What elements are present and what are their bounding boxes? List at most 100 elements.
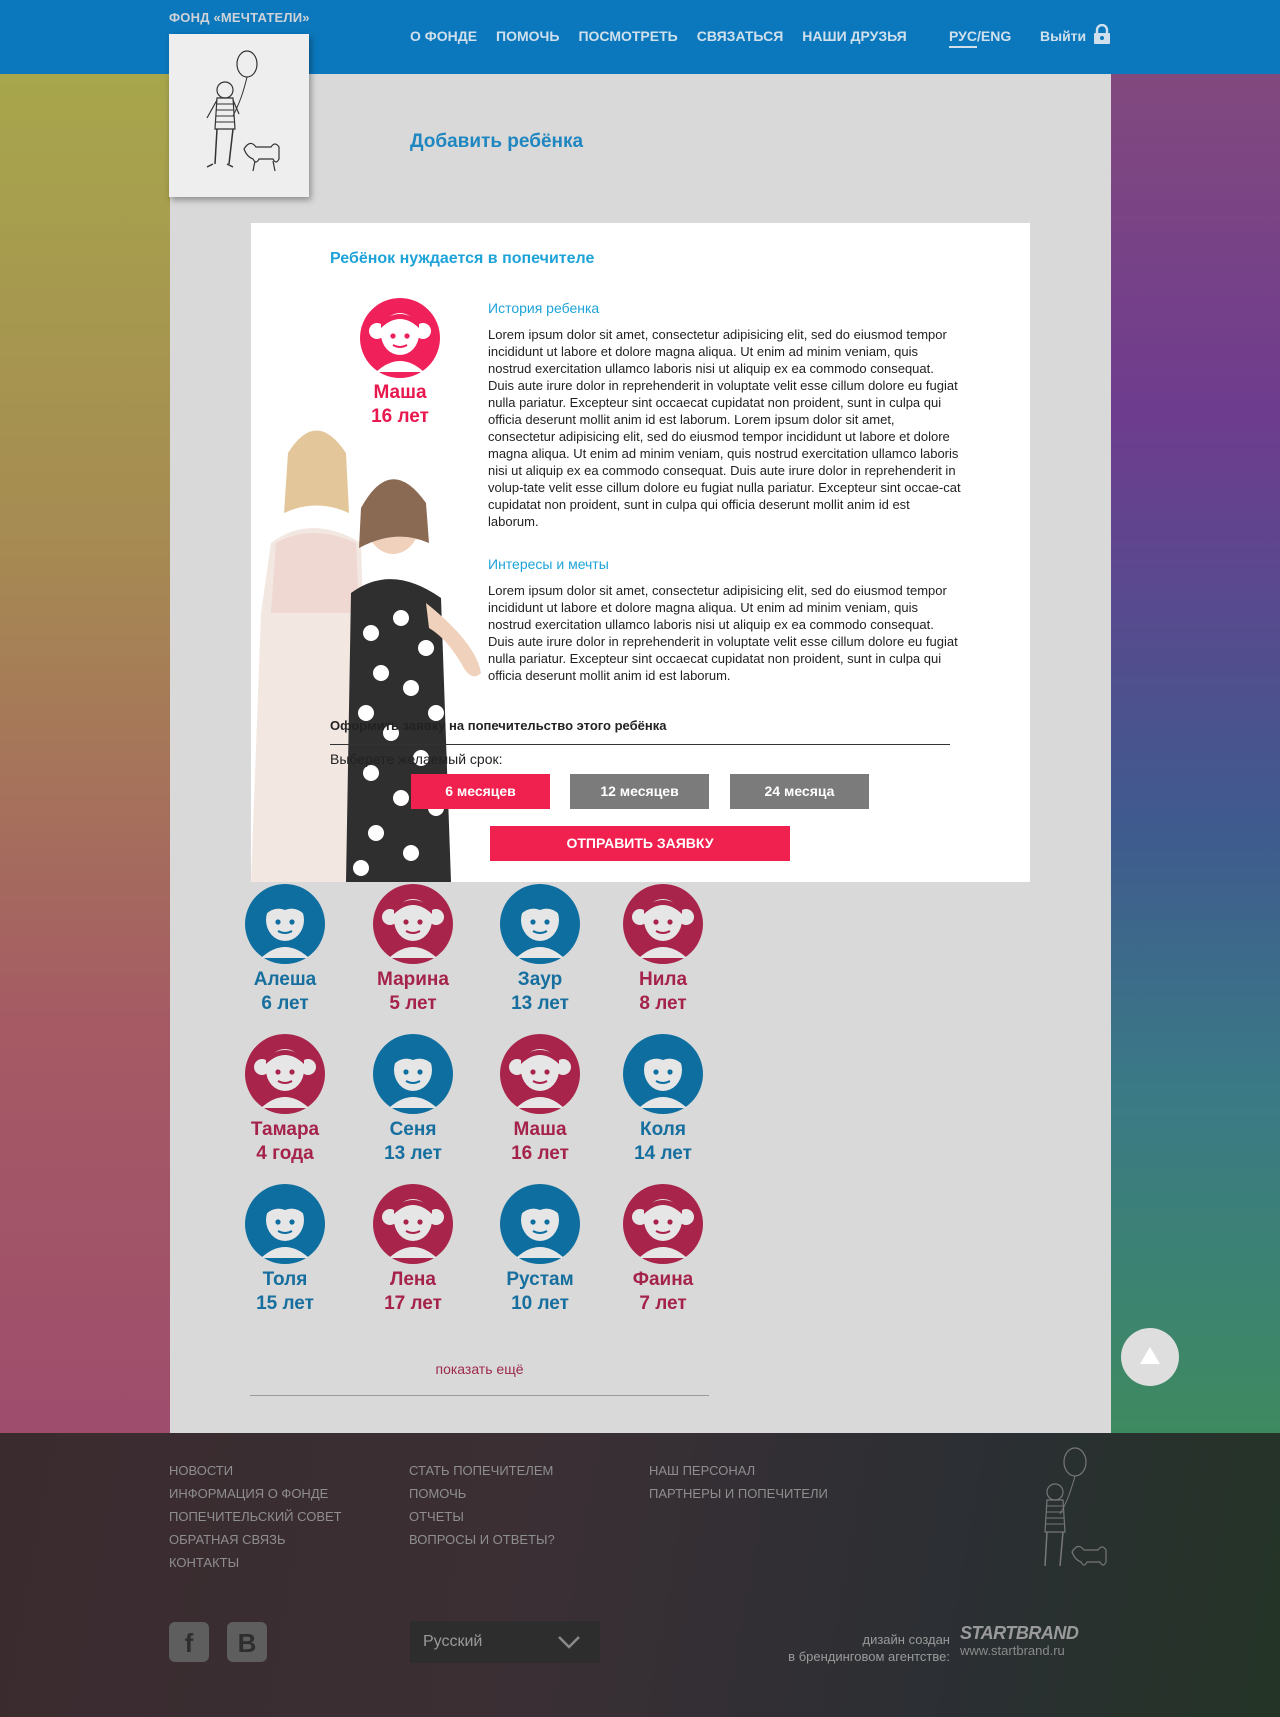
- footer-link-reports[interactable]: ОТЧЕТЫ: [409, 1505, 555, 1528]
- kid-age: 8 лет: [639, 993, 687, 1014]
- kid-card[interactable]: Фаина 7 лет: [603, 1184, 723, 1316]
- kid-age: 13 лет: [384, 1143, 442, 1164]
- balloon-boy-logo[interactable]: [169, 34, 309, 197]
- kid-card[interactable]: Тамара 4 года: [225, 1034, 345, 1166]
- brand-name[interactable]: ФОНД «МЕЧТАТЕЛИ»: [169, 10, 310, 25]
- balloon-boy-drawing: [206, 50, 280, 172]
- credit-line-1: дизайн создан: [862, 1632, 951, 1647]
- footer-link-fund-info[interactable]: ИНФОРМАЦИЯ О ФОНДЕ: [169, 1482, 342, 1505]
- scroll-top-button[interactable]: [1121, 1328, 1179, 1386]
- kid-name: Маша: [513, 1119, 567, 1140]
- logout-link[interactable]: Выйти: [1040, 28, 1086, 44]
- lock-icon[interactable]: [1093, 24, 1111, 44]
- kid-age: 10 лет: [511, 1293, 569, 1314]
- footer-link-become-guardian[interactable]: СТАТЬ ПОПЕЧИТЕЛЕМ: [409, 1459, 555, 1482]
- kid-age: 5 лет: [389, 993, 437, 1014]
- term-12-months-button[interactable]: 12 месяцев: [570, 774, 709, 809]
- footer-balloon-boy-logo: [1044, 1447, 1107, 1567]
- kid-name: Толя: [262, 1269, 308, 1290]
- footer-col-1: НОВОСТИ ИНФОРМАЦИЯ О ФОНДЕ ПОПЕЧИТЕЛЬСКИ…: [169, 1459, 342, 1574]
- kid-name: Алеша: [253, 969, 317, 990]
- girl-avatar-icon: [360, 298, 440, 378]
- kid-name: Тамара: [250, 1119, 320, 1140]
- boy-avatar-icon: [623, 1034, 703, 1114]
- modal-child-age: 16 лет: [371, 406, 429, 427]
- submit-application-button[interactable]: ОТПРАВИТЬ ЗАЯВКУ: [490, 826, 790, 861]
- background-left-panel: [0, 74, 170, 1434]
- language-select[interactable]: Русский: [410, 1621, 600, 1663]
- nav-item-help[interactable]: ПОМОЧЬ: [496, 28, 559, 44]
- language-switcher: РУС/ENG: [949, 28, 1011, 48]
- agency-logo[interactable]: STARTBRAND: [960, 1624, 1079, 1642]
- girl-avatar-icon: [373, 1184, 453, 1264]
- arrow-up-icon: [1140, 1347, 1160, 1364]
- history-text: Lorem ipsum dolor sit amet, consectetur …: [488, 327, 961, 529]
- kid-card[interactable]: Заур 13 лет: [480, 884, 600, 1016]
- girl-avatar-icon: [373, 884, 453, 964]
- footer-link-partners[interactable]: ПАРТНЕРЫ И ПОПЕЧИТЕЛИ: [649, 1482, 828, 1505]
- nav-item-friends[interactable]: НАШИ ДРУЗЬЯ: [802, 28, 906, 44]
- nav-item-view[interactable]: ПОСМОТРЕТЬ: [578, 28, 677, 44]
- girl-face-icon: [369, 313, 431, 372]
- girl-avatar-icon: [500, 1034, 580, 1114]
- lang-ru[interactable]: РУС: [949, 28, 977, 48]
- nav-item-about[interactable]: О ФОНДЕ: [410, 28, 477, 44]
- apply-title: Оформить заявку на попечительство этого …: [330, 718, 667, 733]
- dreams-text: Lorem ipsum dolor sit amet, consectetur …: [488, 583, 958, 683]
- lang-en[interactable]: ENG: [981, 28, 1011, 44]
- boy-avatar-icon: [245, 884, 325, 964]
- kid-card[interactable]: Алеша 6 лет: [225, 884, 345, 1016]
- kid-card[interactable]: Маша 16 лет: [480, 1034, 600, 1166]
- kid-age: 7 лет: [639, 1293, 687, 1314]
- kid-age: 15 лет: [256, 1293, 314, 1314]
- kid-name: Марина: [377, 969, 449, 990]
- term-6-months-button[interactable]: 6 месяцев: [411, 774, 550, 809]
- footer-link-board[interactable]: ПОПЕЧИТЕЛЬСКИЙ СОВЕТ: [169, 1505, 342, 1528]
- boy-avatar-icon: [500, 884, 580, 964]
- agency-site[interactable]: www.startbrand.ru: [960, 1642, 1078, 1659]
- kid-card[interactable]: Марина 5 лет: [353, 884, 473, 1016]
- background-right-panel: [1111, 74, 1280, 1434]
- history-title: История ребенка: [488, 300, 600, 316]
- agency-credit[interactable]: STARTBRAND www.startbrand.ru: [960, 1624, 1079, 1659]
- kid-card[interactable]: Рустам 10 лет: [480, 1184, 600, 1316]
- show-more-button[interactable]: показать ещё: [250, 1345, 709, 1396]
- footer-link-staff[interactable]: НАШ ПЕРСОНАЛ: [649, 1459, 828, 1482]
- girl-avatar-icon: [623, 1184, 703, 1264]
- kid-age: 17 лет: [384, 1293, 442, 1314]
- chevron-down-icon: [558, 1636, 580, 1649]
- footer-link-help[interactable]: ПОМОЧЬ: [409, 1482, 555, 1505]
- footer-link-faq[interactable]: ВОПРОСЫ И ОТВЕТЫ?: [409, 1528, 555, 1551]
- kid-name: Коля: [640, 1119, 686, 1140]
- kid-age: 16 лет: [511, 1143, 569, 1164]
- kid-card[interactable]: Коля 14 лет: [603, 1034, 723, 1166]
- main-nav: О ФОНДЕ ПОМОЧЬ ПОСМОТРЕТЬ СВЯЗАТЬСЯ НАШИ…: [410, 28, 907, 44]
- kid-age: 14 лет: [634, 1143, 692, 1164]
- children-photo: [251, 413, 496, 882]
- language-select-value: Русский: [423, 1633, 483, 1650]
- credit-line-2: в брендинговом агентстве:: [788, 1649, 950, 1664]
- boy-avatar-icon: [245, 1184, 325, 1264]
- kid-name: Лена: [390, 1269, 436, 1290]
- modal-child-name: Маша 16 лет: [330, 381, 470, 429]
- footer-link-contacts[interactable]: КОНТАКТЫ: [169, 1551, 342, 1574]
- facebook-icon[interactable]: f: [169, 1622, 209, 1662]
- boy-avatar-icon: [500, 1184, 580, 1264]
- choose-term-label: Выберете желаемый срок:: [330, 751, 503, 767]
- kid-card[interactable]: Толя 15 лет: [225, 1184, 345, 1316]
- vk-icon[interactable]: B: [227, 1622, 267, 1662]
- apply-divider: [330, 744, 950, 745]
- modal-child-first-name: Маша: [373, 382, 427, 403]
- kid-card[interactable]: Лена 17 лет: [353, 1184, 473, 1316]
- kid-card[interactable]: Сеня 13 лет: [353, 1034, 473, 1166]
- kid-age: 13 лет: [511, 993, 569, 1014]
- kid-card[interactable]: Нила 8 лет: [603, 884, 723, 1016]
- footer-link-news[interactable]: НОВОСТИ: [169, 1459, 342, 1482]
- footer-link-feedback[interactable]: ОБРАТНАЯ СВЯЗЬ: [169, 1528, 342, 1551]
- term-24-months-button[interactable]: 24 месяца: [730, 774, 869, 809]
- boy-avatar-icon: [373, 1034, 453, 1114]
- footer-col-2: СТАТЬ ПОПЕЧИТЕЛЕМ ПОМОЧЬ ОТЧЕТЫ ВОПРОСЫ …: [409, 1459, 555, 1551]
- page-title: Добавить ребёнка: [410, 131, 584, 152]
- nav-item-contact[interactable]: СВЯЗАТЬСЯ: [697, 28, 784, 44]
- child-modal: Ребёнок нуждается в попечителе Маша 16 л…: [251, 223, 1030, 882]
